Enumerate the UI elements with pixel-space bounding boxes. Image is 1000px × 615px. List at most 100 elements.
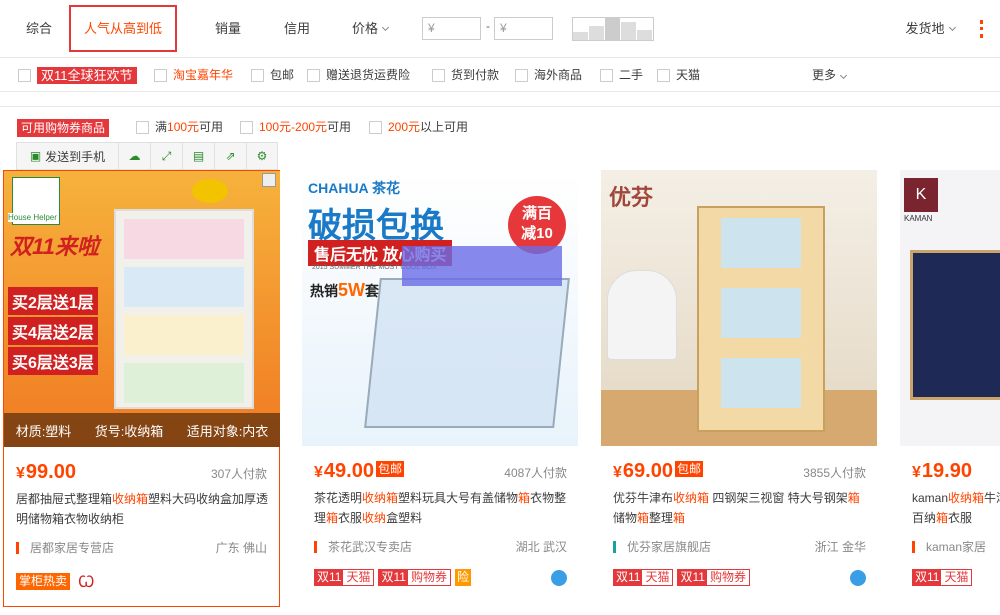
coupon-filter-3[interactable]: 200元 以上可用 bbox=[369, 118, 468, 136]
sort-sales[interactable]: 销量 bbox=[203, 0, 253, 58]
product-card[interactable]: House Helper 双11来啦 买2层送1层 买4层送2层 买6层送3层 … bbox=[3, 170, 280, 607]
product-title[interactable]: 居都抽屉式整理箱收纳箱塑料大码收纳盒加厚透明储物箱衣物收纳柜 bbox=[16, 489, 272, 529]
checkbox[interactable] bbox=[136, 120, 149, 134]
price-max-input[interactable]: ¥ bbox=[494, 17, 553, 40]
product-image[interactable]: House Helper 双11来啦 买2层送1层 买4层送2层 买6层送3层 … bbox=[4, 171, 280, 447]
sort-comprehensive[interactable]: 综合 bbox=[14, 0, 64, 58]
product-image[interactable]: 优芬 bbox=[601, 170, 877, 446]
expand-button[interactable]: ⤢ bbox=[151, 143, 183, 169]
product-title[interactable]: 优芬牛津布收纳箱 四钢架三视窗 特大号钢架箱 储物箱整理箱 bbox=[613, 488, 869, 528]
insurance-icon[interactable]: 险 bbox=[454, 569, 471, 586]
double11-tmall-icon[interactable]: 双11 天猫 bbox=[912, 569, 973, 586]
filter-double11[interactable]: 双11全球狂欢节 bbox=[18, 58, 137, 92]
coupon-filter-2[interactable]: 100元-200元 可用 bbox=[240, 118, 351, 136]
title-keyword: 箱 bbox=[847, 491, 860, 505]
title-part: 百纳 bbox=[912, 511, 937, 525]
checkbox[interactable] bbox=[657, 68, 670, 82]
share-button[interactable]: ⇗ bbox=[215, 143, 247, 169]
double11-tmall-icon[interactable]: 双11 天猫 bbox=[314, 569, 375, 586]
filter-second-hand[interactable]: 二手 bbox=[600, 58, 643, 92]
free-shipping-label: 包邮 bbox=[270, 68, 295, 82]
shop-icon bbox=[613, 540, 619, 553]
filter-cod[interactable]: 货到付款 bbox=[432, 58, 499, 92]
double11-tmall-icon[interactable]: 双11 天猫 bbox=[613, 569, 674, 586]
settings-button[interactable]: ⚙ bbox=[247, 143, 277, 169]
checkbox[interactable] bbox=[251, 68, 264, 82]
price-distribution-chart[interactable] bbox=[572, 17, 654, 41]
sort-credit[interactable]: 信用 bbox=[272, 0, 322, 58]
checkbox[interactable] bbox=[515, 68, 528, 82]
hot-badge[interactable]: 掌柜热卖 bbox=[16, 572, 71, 590]
double11-coupon-icon[interactable]: 双11 购物券 bbox=[378, 569, 451, 586]
coupon-1-prefix: 满 bbox=[155, 120, 168, 134]
drawer-unit bbox=[114, 209, 254, 409]
title-part: 衣服 bbox=[948, 511, 973, 525]
filter-return-insurance[interactable]: 赠送退货运费险 bbox=[307, 58, 410, 92]
shop-icon bbox=[912, 540, 918, 553]
product-image[interactable]: K KAMAN bbox=[900, 170, 1000, 446]
sort-price[interactable]: 价格 bbox=[340, 0, 400, 58]
product-card[interactable]: 优芬 ¥69.00 包邮 3855人付款 优芬牛津布收纳箱 四钢架三视窗 特大号钢… bbox=[601, 170, 878, 607]
filter-carnival[interactable]: 淘宝嘉年华 bbox=[154, 58, 233, 92]
location: 湖北 武汉 bbox=[515, 540, 567, 554]
product-card[interactable]: CHAHUA 茶花 破损包换 售后无忧 放心购买 满百 减10 2015 SUMM… bbox=[302, 170, 579, 607]
checkbox[interactable] bbox=[307, 68, 320, 82]
checkbox[interactable] bbox=[240, 120, 253, 134]
price: ¥19.90 bbox=[912, 460, 972, 483]
sort-popularity[interactable]: 人气从高到低 bbox=[69, 5, 177, 52]
checkbox[interactable] bbox=[18, 68, 31, 82]
share-icon: ⇗ bbox=[225, 149, 236, 163]
save-button[interactable]: ▤ bbox=[183, 143, 215, 169]
checkbox[interactable] bbox=[154, 68, 167, 82]
cloud-icon: ☁ bbox=[128, 149, 141, 163]
product-title[interactable]: 茶花透明收纳箱塑料玩具大号有盖储物箱衣物整理箱衣服收纳盒塑料 bbox=[314, 488, 570, 528]
checkbox[interactable] bbox=[369, 120, 382, 134]
item-toolbar: ▣ 发送到手机 ☁ ⤢ ▤ ⇗ ⚙ bbox=[16, 142, 278, 170]
filter-overseas[interactable]: 海外商品 bbox=[515, 58, 582, 92]
similar-icon[interactable] bbox=[262, 173, 276, 187]
send-to-phone-button[interactable]: ▣ 发送到手机 bbox=[17, 143, 119, 169]
ship-from-dropdown[interactable]: 发货地 bbox=[895, 0, 965, 58]
more-dots-icon[interactable] bbox=[980, 20, 983, 38]
title-keyword: 收纳箱 bbox=[362, 491, 399, 505]
double11-coupon-icon[interactable]: 双11 购物券 bbox=[677, 569, 750, 586]
filter-more[interactable]: 更多 bbox=[812, 58, 848, 92]
checkbox[interactable] bbox=[432, 68, 445, 82]
tmall-text: 天猫 bbox=[645, 570, 670, 584]
product-title[interactable]: kaman收纳箱牛津布百纳箱衣服 bbox=[912, 488, 1000, 528]
shop-link[interactable]: 优芬家居旗舰店 bbox=[613, 538, 711, 555]
coupon-text: 购物券 bbox=[410, 570, 447, 584]
send-to-phone-label: 发送到手机 bbox=[45, 149, 106, 164]
cloud-button[interactable]: ☁ bbox=[119, 143, 151, 169]
product-image[interactable]: CHAHUA 茶花 破损包换 售后无忧 放心购买 满百 减10 2015 SUMM… bbox=[302, 170, 578, 446]
shop-link[interactable]: kaman家居 bbox=[912, 538, 986, 555]
filter-tmall[interactable]: 天猫 bbox=[657, 58, 700, 92]
tmall-cat-icon[interactable]: Ꞷ bbox=[78, 570, 94, 592]
hot-label: 热销 bbox=[310, 283, 338, 299]
shop-link[interactable]: 茶花武汉专卖店 bbox=[314, 538, 412, 555]
price-min-input[interactable]: ¥ bbox=[422, 17, 481, 40]
shop-icon bbox=[16, 541, 22, 554]
headline: 双11来啦 bbox=[10, 234, 99, 259]
title-keyword: 箱 bbox=[673, 511, 686, 525]
filter-bar: 双11全球狂欢节 淘宝嘉年华 包邮 赠送退货运费险 货到付款 海外商品 二手 天… bbox=[0, 58, 1000, 92]
checkbox[interactable] bbox=[600, 68, 613, 82]
coupon-filter-1[interactable]: 满 100元 可用 bbox=[136, 118, 223, 136]
double11-label: 双11全球狂欢节 bbox=[37, 66, 137, 84]
wangwang-icon[interactable] bbox=[850, 570, 866, 586]
title-part: 储物 bbox=[613, 511, 638, 525]
chevron-down-icon bbox=[948, 23, 956, 32]
coupon-tag: 可用购物券商品 bbox=[17, 119, 110, 137]
wangwang-icon[interactable] bbox=[551, 570, 567, 586]
hot-text: 热销5W套 bbox=[310, 280, 379, 301]
cod-label: 货到付款 bbox=[451, 68, 500, 82]
filter-free-shipping[interactable]: 包邮 bbox=[251, 58, 294, 92]
coupon-1-suffix: 可用 bbox=[199, 120, 224, 134]
second-hand-label: 二手 bbox=[619, 68, 644, 82]
d11-text: 双11 bbox=[678, 570, 707, 585]
price: ¥49.00 包邮 bbox=[314, 460, 404, 483]
shop-link[interactable]: 居都家居专营店 bbox=[16, 539, 114, 556]
currency: ¥ bbox=[314, 464, 323, 481]
product-card[interactable]: K KAMAN ¥19.90 kaman收纳箱牛津布百纳箱衣服 kaman家居 … bbox=[900, 170, 1000, 607]
promo-icons: 双11 天猫 bbox=[912, 569, 976, 586]
